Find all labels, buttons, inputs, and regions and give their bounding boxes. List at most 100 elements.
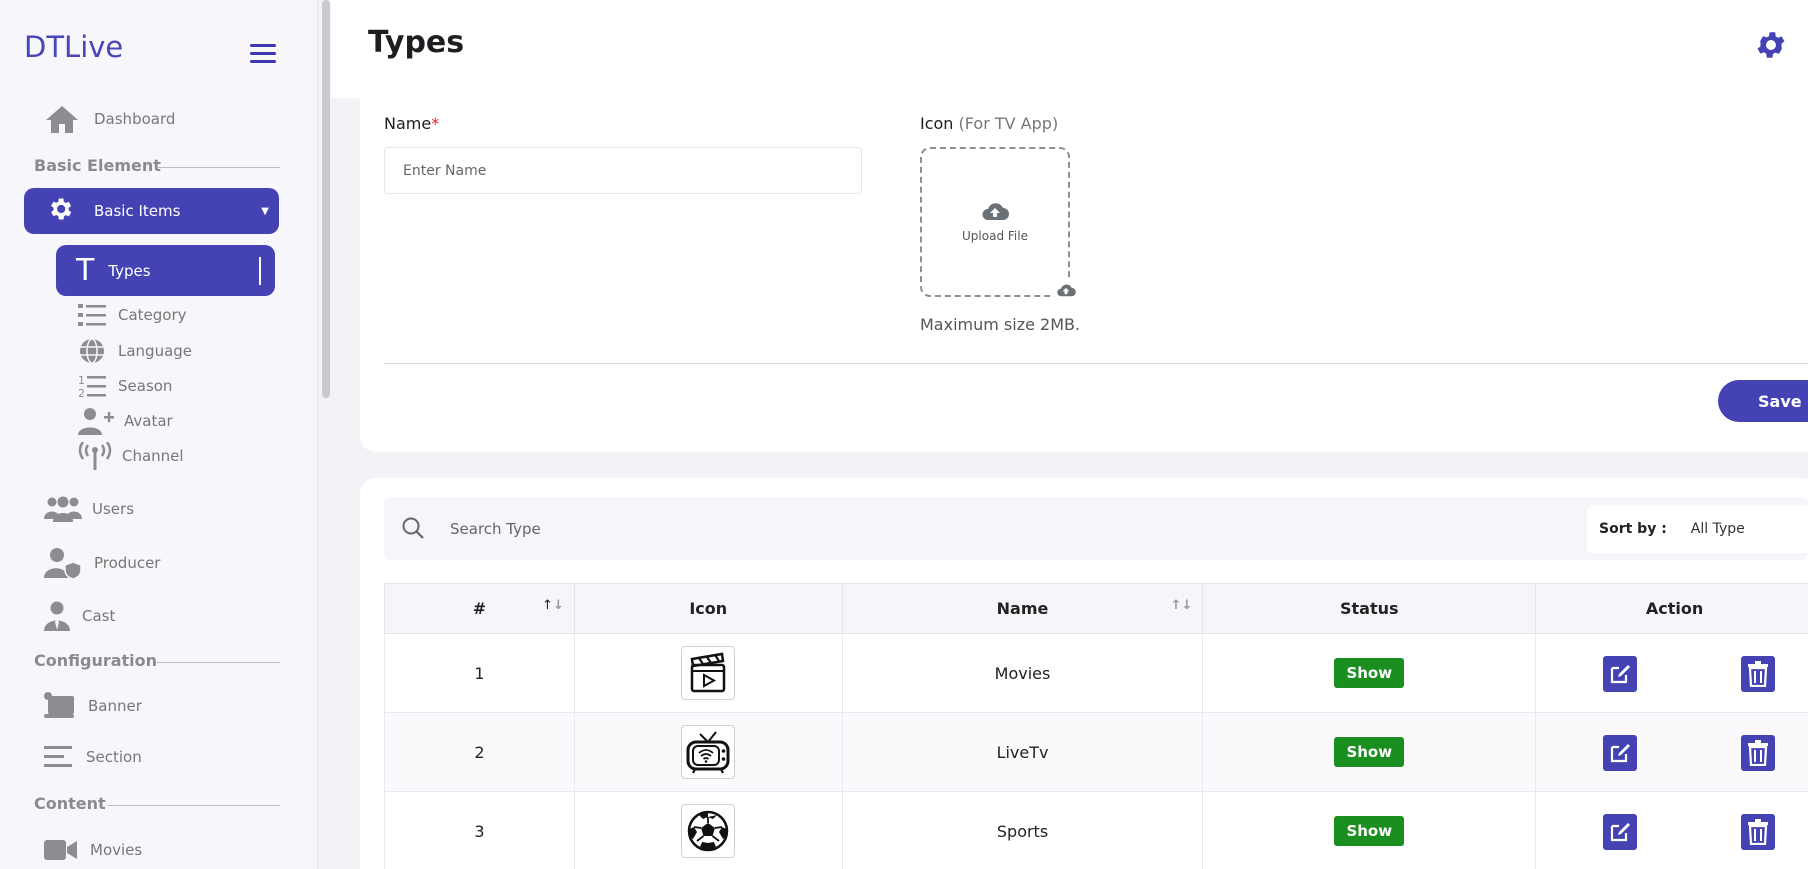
- row-icon-cell: [573, 791, 843, 869]
- row-number: 3: [384, 791, 575, 869]
- sidebar-item-types[interactable]: T Types: [56, 245, 275, 296]
- sidebar-item-label: Movies: [90, 841, 143, 859]
- column-header-label: Status: [1340, 599, 1399, 618]
- sidebar-item-users[interactable]: Users: [44, 495, 134, 523]
- row-number: 1: [384, 633, 575, 713]
- search-icon: [401, 516, 425, 544]
- numbered-list-icon: 12: [78, 372, 106, 400]
- sidebar-item-label: Channel: [122, 447, 184, 465]
- icon-label-hint: (For TV App): [958, 114, 1059, 133]
- max-size-note: Maximum size 2MB.: [920, 315, 1081, 334]
- sidebar-item-movies[interactable]: Movies: [44, 838, 142, 862]
- video-camera-icon: [44, 838, 78, 862]
- app-logo[interactable]: DTLive: [24, 30, 123, 64]
- sidebar-item-label: Category: [118, 306, 187, 324]
- status-badge[interactable]: Show: [1334, 658, 1405, 688]
- align-left-icon: [44, 745, 72, 769]
- edit-icon[interactable]: [1603, 814, 1638, 850]
- column-header-label: Name: [996, 599, 1049, 618]
- status-badge[interactable]: Show: [1334, 737, 1405, 767]
- sidebar-item-producer[interactable]: Producer: [44, 547, 160, 579]
- settings-gear-icon[interactable]: [1754, 28, 1788, 66]
- sidebar-item-avatar[interactable]: Avatar: [78, 407, 173, 435]
- caret-down-icon: ▼: [261, 205, 269, 217]
- sidebar-item-label: Producer: [94, 554, 161, 572]
- row-status-cell: Show: [1202, 712, 1537, 792]
- divider: [108, 805, 280, 806]
- sidebar-item-season[interactable]: 12 Season: [78, 372, 172, 400]
- tv-icon: [681, 725, 736, 779]
- user-plus-icon: [78, 407, 114, 435]
- row-name: LiveTv: [841, 712, 1204, 792]
- globe-icon: [78, 337, 106, 365]
- trash-icon[interactable]: [1741, 735, 1776, 771]
- upload-badge-icon[interactable]: [1052, 278, 1080, 302]
- row-icon-cell: [573, 712, 843, 792]
- sidebar-item-channel[interactable]: Channel: [78, 442, 184, 470]
- sidebar-item-cast[interactable]: Cast: [44, 601, 115, 631]
- save-button[interactable]: Save: [1718, 380, 1808, 422]
- sidebar-item-section[interactable]: Section: [44, 745, 142, 769]
- sidebar-item-category[interactable]: Category: [78, 302, 187, 328]
- sidebar-item-label: Banner: [88, 697, 142, 715]
- upload-file-text: Upload File: [962, 229, 1028, 243]
- sidebar-item-banner[interactable]: Banner: [44, 692, 142, 720]
- sidebar-item-label: Section: [86, 748, 142, 766]
- sidebar-item-language[interactable]: Language: [78, 337, 192, 365]
- sidebar-item-label: Language: [118, 342, 193, 360]
- divider: [157, 167, 280, 168]
- edit-icon[interactable]: [1603, 735, 1638, 771]
- sidebar-item-label: Dashboard: [94, 110, 176, 128]
- icon-label-text: Icon: [920, 114, 954, 133]
- page-title: Types: [368, 25, 465, 60]
- sidebar-item-label: Cast: [82, 607, 116, 625]
- column-header-status: Status: [1202, 583, 1537, 634]
- section-label: Configuration: [34, 651, 158, 670]
- divider: [157, 662, 280, 663]
- sidebar-item-label: Season: [118, 377, 173, 395]
- table-row: 1 Movies Show: [384, 633, 1808, 713]
- svg-text:1: 1: [78, 374, 85, 387]
- users-icon: [44, 495, 82, 523]
- search-input[interactable]: [450, 515, 1050, 543]
- user-shield-icon: [44, 547, 82, 579]
- sidebar-scrollbar[interactable]: [322, 0, 330, 398]
- gear-icon: [46, 195, 74, 227]
- home-icon: [44, 104, 80, 134]
- soccer-ball-icon: [681, 804, 736, 858]
- column-header-name[interactable]: Name ↑↓: [841, 583, 1204, 634]
- svg-text:2: 2: [78, 387, 85, 400]
- name-input[interactable]: [384, 147, 862, 194]
- sort-arrows-icon[interactable]: ↑↓: [1171, 598, 1193, 613]
- icon-upload-dropzone[interactable]: Upload File: [920, 147, 1070, 297]
- column-header-number[interactable]: # ↑↓: [384, 583, 575, 634]
- row-name: Sports: [841, 791, 1204, 869]
- trash-icon[interactable]: [1741, 656, 1776, 692]
- type-t-icon: T: [76, 253, 95, 288]
- scroll-icon: [44, 692, 78, 720]
- section-basic-element: Basic Element: [34, 156, 280, 175]
- table-row: 2 LiveTv Show: [384, 712, 1808, 792]
- section-content: Content: [34, 794, 280, 813]
- active-indicator: [259, 256, 261, 285]
- column-header-label: Icon: [689, 599, 728, 618]
- icon-label: Icon (For TV App): [920, 114, 1058, 133]
- table-header-row: # ↑↓ Icon Name ↑↓ Status Action: [384, 583, 1808, 634]
- edit-icon[interactable]: [1603, 656, 1638, 692]
- column-header-icon: Icon: [573, 583, 843, 634]
- status-badge[interactable]: Show: [1334, 816, 1405, 846]
- name-label: Name*: [384, 114, 439, 133]
- cloud-upload-icon: [981, 201, 1009, 225]
- sidebar: DTLive Dashboard Basic Element Basic Ite…: [0, 0, 318, 869]
- top-bar: [331, 0, 1808, 98]
- sidebar-item-dashboard[interactable]: Dashboard: [44, 104, 175, 134]
- row-icon-cell: [573, 633, 843, 713]
- sort-arrows-icon[interactable]: ↑↓: [542, 598, 564, 613]
- menu-toggle-icon[interactable]: [250, 44, 276, 64]
- sidebar-item-basic-items[interactable]: Basic Items ▼: [24, 188, 279, 234]
- sidebar-item-label: Basic Items: [94, 202, 181, 220]
- column-header-action: Action: [1535, 583, 1808, 634]
- sidebar-item-label: Users: [92, 500, 135, 518]
- trash-icon[interactable]: [1741, 814, 1776, 850]
- sort-select[interactable]: All Type: [1691, 521, 1745, 537]
